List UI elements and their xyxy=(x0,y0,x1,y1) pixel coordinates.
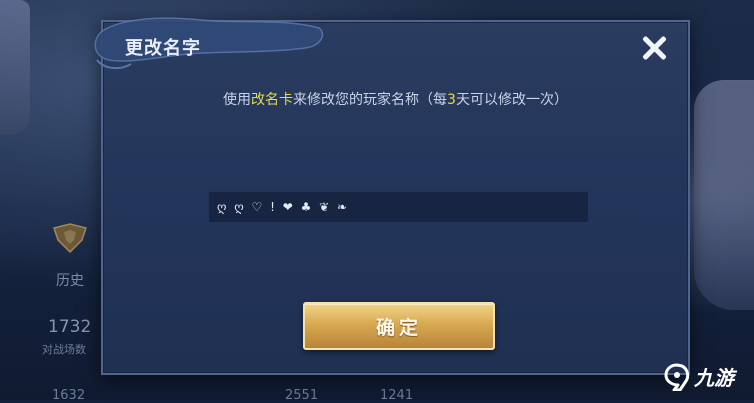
stat-value: 1732 xyxy=(48,317,92,337)
confirm-button[interactable]: 确定 xyxy=(303,302,495,350)
confirm-button-label: 确定 xyxy=(375,316,422,339)
background-character-right xyxy=(694,80,754,310)
bottom-stat-3: 1241 xyxy=(380,388,414,403)
background-character-left xyxy=(0,0,30,135)
rename-dialog: 更改名字 使用改名卡来修改您的玩家名称（每3天可以修改一次） ღ ღ ♡ ! ❤… xyxy=(94,17,690,375)
description-part-2: 来修改您的玩家名称（每 xyxy=(293,92,448,108)
watermark-text: 九游 xyxy=(694,366,734,390)
rename-description: 使用改名卡来修改您的玩家名称（每3天可以修改一次） xyxy=(103,89,688,109)
watermark: 九游 xyxy=(664,362,734,391)
player-name-input[interactable]: ღ ღ ♡ ! ❤ ♣ ❦ ❧ xyxy=(208,191,589,223)
bottom-stat-2: 2551 xyxy=(285,388,319,403)
description-part-1: 使用 xyxy=(223,92,252,108)
description-part-3: 天可以修改一次） xyxy=(455,92,568,108)
days-highlight: 3 xyxy=(447,92,456,108)
jiuyou-logo-icon xyxy=(664,363,690,391)
stat-sub-label: 对战场数 xyxy=(42,343,86,356)
close-icon[interactable] xyxy=(636,30,672,66)
dialog-title: 更改名字 xyxy=(125,38,201,59)
bottom-stat-1: 1632 xyxy=(52,388,86,403)
rank-emblem-icon xyxy=(53,223,87,254)
history-label: 历史 xyxy=(56,273,84,289)
rename-card-highlight: 改名卡 xyxy=(251,92,294,108)
